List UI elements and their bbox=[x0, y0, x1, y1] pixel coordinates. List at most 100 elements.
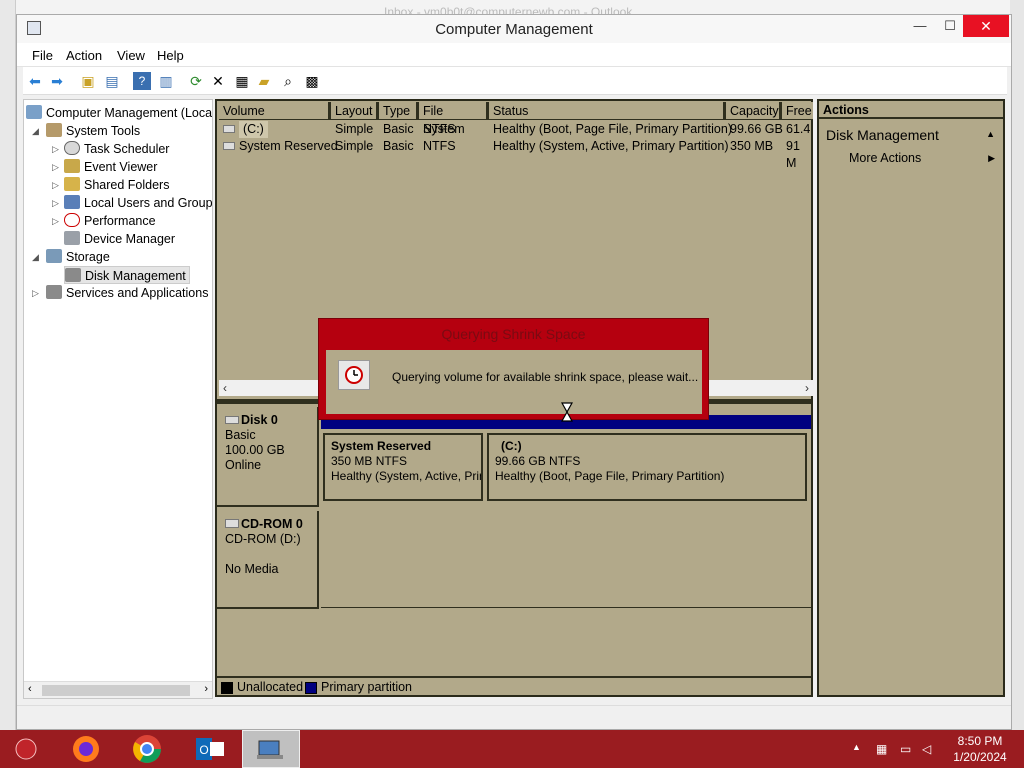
show-hide-tree-icon[interactable]: ▤ bbox=[103, 72, 121, 90]
menu-help[interactable]: Help bbox=[157, 48, 184, 63]
volume-fs: NTFS bbox=[423, 122, 456, 136]
cdrom-row-divider bbox=[321, 607, 811, 608]
dialog-title: Querying Shrink Space bbox=[441, 326, 586, 342]
tree-performance[interactable]: Performance bbox=[64, 212, 156, 230]
firefox-button[interactable] bbox=[58, 730, 116, 768]
refresh-icon[interactable]: ⟳ bbox=[187, 72, 205, 90]
scroll-right-icon[interactable]: › bbox=[204, 683, 208, 695]
menu-file[interactable]: File bbox=[32, 48, 53, 63]
partition-status: Healthy (System, Active, Prir bbox=[331, 469, 483, 483]
column-type[interactable]: Type bbox=[379, 102, 419, 120]
cdrom-icon bbox=[225, 519, 239, 528]
volume-status: Healthy (Boot, Page File, Primary Partit… bbox=[493, 122, 732, 136]
volume-layout: Simple bbox=[335, 139, 374, 153]
tree-root[interactable]: Computer Management (Local bbox=[26, 104, 212, 122]
volume-type: Basic bbox=[383, 139, 414, 153]
tree-disk-management[interactable]: Disk Management bbox=[64, 266, 190, 284]
cdrom-label: CD-ROM 0 bbox=[225, 517, 309, 532]
expand-arrow-icon[interactable]: ▷ bbox=[32, 288, 39, 299]
submenu-arrow-icon[interactable]: ▶ bbox=[988, 153, 995, 164]
partition-status: Healthy (Boot, Page File, Primary Partit… bbox=[495, 469, 725, 483]
taskbar-clock[interactable]: 8:50 PM 1/20/2024 bbox=[944, 733, 1016, 765]
svg-text:O: O bbox=[199, 743, 208, 757]
tree-shared-folders[interactable]: Shared Folders bbox=[64, 176, 169, 194]
settings-icon[interactable]: ▩ bbox=[303, 72, 321, 90]
tray-network-icon[interactable]: ▭ bbox=[900, 742, 911, 756]
partition-size: 99.66 GB NTFS bbox=[495, 454, 581, 468]
properties-icon[interactable]: ▦ bbox=[233, 72, 251, 90]
partition-c[interactable]: (C:) 99.66 GB NTFS Healthy (Boot, Page F… bbox=[487, 433, 807, 501]
outlook-button[interactable]: O bbox=[180, 730, 238, 768]
tree-horizontal-scrollbar[interactable]: ‹ › bbox=[24, 681, 212, 698]
search-icon[interactable]: ⌕ bbox=[279, 72, 297, 90]
partition-system-reserved[interactable]: System Reserved 350 MB NTFS Healthy (Sys… bbox=[323, 433, 483, 501]
actions-pane: Actions Disk Management ▲ More Actions ▶ bbox=[817, 99, 1005, 697]
partition-size: 350 MB NTFS bbox=[331, 454, 408, 468]
volume-drive-icon bbox=[223, 142, 235, 150]
tree-local-users[interactable]: Local Users and Groups bbox=[64, 194, 212, 212]
column-free[interactable]: Free bbox=[782, 102, 813, 120]
volume-list-header: Volume Layout Type File System Status Ca… bbox=[219, 102, 813, 136]
open-icon[interactable]: ▰ bbox=[255, 72, 273, 90]
column-file-system[interactable]: File System bbox=[419, 102, 489, 136]
expand-arrow-icon[interactable]: ▷ bbox=[52, 198, 59, 209]
collapse-up-icon[interactable]: ▲ bbox=[986, 129, 995, 139]
volume-row[interactable]: System Reserved Simple Basic NTFS Health… bbox=[219, 138, 813, 170]
collapse-arrow-icon[interactable]: ◢ bbox=[32, 252, 39, 263]
clock-icon bbox=[64, 141, 80, 155]
collapse-arrow-icon[interactable]: ◢ bbox=[32, 126, 39, 137]
disk-0-info[interactable]: Disk 0 Basic 100.00 GB Online bbox=[217, 407, 319, 507]
tray-action-center-icon[interactable]: ▦ bbox=[876, 742, 887, 756]
tray-volume-icon[interactable]: ◁ bbox=[922, 742, 931, 756]
tree-system-tools[interactable]: System Tools bbox=[46, 122, 140, 140]
tree-event-viewer[interactable]: Event Viewer bbox=[64, 158, 157, 176]
tray-overflow-icon[interactable]: ▲ bbox=[852, 742, 861, 752]
expand-arrow-icon[interactable]: ▷ bbox=[52, 180, 59, 191]
column-layout[interactable]: Layout bbox=[331, 102, 379, 120]
scroll-left-icon[interactable]: ‹ bbox=[28, 683, 32, 695]
disk-0-label: Disk 0 bbox=[225, 413, 309, 428]
up-folder-icon[interactable]: ▣ bbox=[79, 72, 97, 90]
scroll-right-icon[interactable]: › bbox=[805, 381, 809, 395]
show-hide-action-pane-icon[interactable]: ▥ bbox=[157, 72, 175, 90]
actions-section-disk-management[interactable]: Disk Management bbox=[826, 127, 939, 143]
column-status[interactable]: Status bbox=[489, 102, 726, 120]
computer-management-button[interactable] bbox=[242, 730, 300, 768]
expand-arrow-icon[interactable]: ▷ bbox=[52, 162, 59, 173]
tree-device-manager[interactable]: Device Manager bbox=[64, 230, 175, 248]
disk-0-state: Online bbox=[225, 458, 262, 472]
menu-view[interactable]: View bbox=[117, 48, 145, 63]
legend-unallocated-swatch bbox=[221, 682, 233, 694]
back-icon[interactable]: ⬅ bbox=[26, 72, 44, 90]
scroll-left-icon[interactable]: ‹ bbox=[223, 381, 227, 395]
menu-action[interactable]: Action bbox=[66, 48, 102, 63]
volume-free: 61.4 bbox=[786, 122, 811, 136]
device-manager-icon bbox=[64, 231, 80, 245]
start-button[interactable] bbox=[0, 730, 58, 768]
close-button[interactable]: ✕ bbox=[963, 15, 1009, 37]
tree-task-scheduler[interactable]: Task Scheduler bbox=[64, 140, 169, 158]
expand-arrow-icon[interactable]: ▷ bbox=[52, 144, 59, 155]
chrome-button[interactable] bbox=[118, 730, 176, 768]
help-icon[interactable]: ? bbox=[133, 72, 151, 90]
tree-storage[interactable]: Storage bbox=[46, 248, 110, 266]
volume-row[interactable]: (C:) Simple Basic NTFS Healthy (Boot, Pa… bbox=[219, 121, 813, 138]
volume-layout: Simple bbox=[335, 122, 374, 136]
more-actions[interactable]: More Actions bbox=[849, 151, 921, 165]
storage-icon bbox=[46, 249, 62, 263]
tree-services[interactable]: Services and Applications bbox=[46, 284, 208, 302]
volume-capacity: 99.66 GB bbox=[730, 122, 783, 136]
cdrom-0-info[interactable]: CD-ROM 0 CD-ROM (D:) No Media bbox=[217, 511, 319, 609]
partition-title: System Reserved bbox=[331, 439, 432, 453]
scroll-thumb[interactable] bbox=[42, 685, 190, 696]
volume-status: Healthy (System, Active, Primary Partiti… bbox=[493, 139, 729, 153]
delete-icon[interactable]: ✕ bbox=[209, 72, 227, 90]
column-volume[interactable]: Volume bbox=[219, 102, 331, 120]
actions-header: Actions bbox=[819, 101, 1003, 119]
background-left-strip bbox=[0, 0, 16, 730]
column-capacity[interactable]: Capacity bbox=[726, 102, 782, 120]
forward-icon[interactable]: ➡ bbox=[48, 72, 66, 90]
performance-icon bbox=[64, 213, 80, 227]
legend-unallocated-label: Unallocated bbox=[237, 680, 304, 694]
expand-arrow-icon[interactable]: ▷ bbox=[52, 216, 59, 227]
